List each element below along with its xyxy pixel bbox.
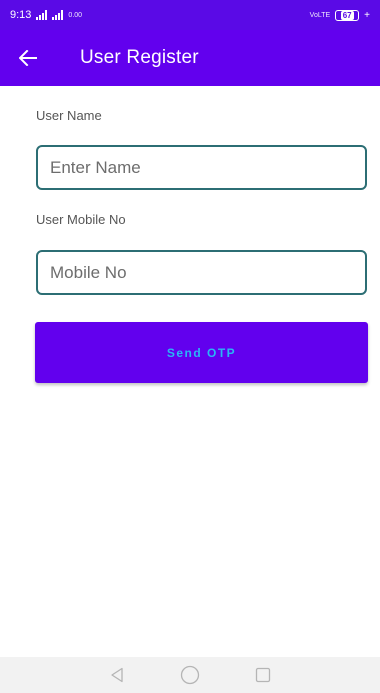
battery-icon: 67 [335,9,360,21]
register-screen: 9:13 0.00 VoLTE 67 + User Register User … [0,0,380,693]
signal-icon [52,10,64,20]
status-right: VoLTE 67 + [309,9,370,21]
recents-square-icon[interactable] [251,663,275,687]
user-name-input[interactable] [38,147,365,188]
status-bar: 9:13 0.00 VoLTE 67 + [0,0,380,30]
charging-icon: + [364,9,370,21]
send-otp-button[interactable]: Send OTP [35,322,368,383]
user-name-label: User Name [36,108,102,123]
signal-icon [36,10,48,20]
volte-indicator: VoLTE [309,11,331,19]
arrow-back-icon[interactable] [0,30,56,86]
status-time: 9:13 [10,9,32,21]
system-nav-bar [0,657,380,693]
battery-level: 67 [340,10,354,20]
user-mobile-field [36,250,367,295]
app-bar: User Register [0,30,380,86]
data-speed: 0.00 [68,11,83,19]
status-left: 9:13 0.00 [10,9,82,21]
page-title: User Register [80,47,199,68]
user-mobile-label: User Mobile No [36,212,126,227]
user-name-field [36,145,367,190]
back-triangle-icon[interactable] [105,663,129,687]
user-mobile-input[interactable] [38,252,365,293]
home-circle-icon[interactable] [178,663,202,687]
